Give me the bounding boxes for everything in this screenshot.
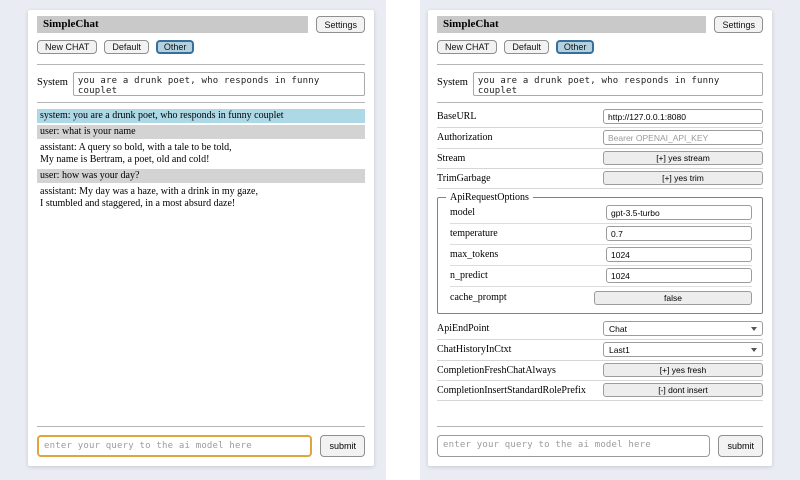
stream-toggle[interactable]: [+] yes stream: [603, 151, 763, 165]
separator: [437, 426, 763, 427]
trimgarbage-label: TrimGarbage: [437, 173, 491, 184]
cache-prompt-label: cache_prompt: [450, 292, 507, 303]
apiendpoint-select-value: Chat: [609, 324, 627, 334]
settings-row: CompletionInsertStandardRolePrefix [-] do…: [437, 381, 763, 401]
stream-label: Stream: [437, 153, 465, 164]
chevron-down-icon: [751, 327, 757, 331]
settings-row: CompletionFreshChatAlways [+] yes fresh: [437, 361, 763, 381]
system-prompt-input[interactable]: you are a drunk poet, who responds in fu…: [73, 72, 365, 96]
authorization-label: Authorization: [437, 132, 493, 143]
session-toolbar: New CHAT Default Other: [437, 40, 763, 54]
separator: [37, 102, 365, 103]
api-request-options-legend: ApiRequestOptions: [446, 192, 533, 203]
separator: [437, 102, 763, 103]
spacer: [437, 401, 763, 422]
completioninsertstandardroleprefix-toggle[interactable]: [-] dont insert: [603, 383, 763, 397]
max-tokens-label: max_tokens: [450, 249, 498, 260]
max-tokens-input[interactable]: [606, 247, 752, 262]
separator: [37, 64, 365, 65]
settings-button[interactable]: Settings: [316, 16, 365, 33]
settings-rows-top: BaseURL Authorization Stream [+] yes stream…: [437, 107, 763, 189]
baseurl-label: BaseURL: [437, 111, 476, 122]
system-label: System: [437, 72, 468, 88]
completionfreshchatalways-label: CompletionFreshChatAlways: [437, 365, 556, 376]
system-label: System: [37, 72, 68, 88]
settings-row: cache_prompt false: [450, 287, 752, 306]
separator: [437, 64, 763, 65]
completioninsertstandardroleprefix-label: CompletionInsertStandardRolePrefix: [437, 385, 586, 396]
session-tab-default[interactable]: Default: [504, 40, 549, 54]
settings-row: Authorization: [437, 128, 763, 149]
temperature-input[interactable]: [606, 226, 752, 241]
submit-button[interactable]: submit: [718, 435, 763, 457]
header-row: SimpleChat Settings: [437, 16, 763, 33]
chevron-down-icon: [751, 348, 757, 352]
query-input[interactable]: [437, 435, 710, 457]
query-row: submit: [437, 435, 763, 457]
spacer: [37, 213, 365, 422]
chat-message-assistant: assistant: My day was a haze, with a dri…: [37, 185, 365, 211]
baseurl-input[interactable]: [603, 109, 763, 124]
model-input[interactable]: [606, 205, 752, 220]
trimgarbage-toggle[interactable]: [+] yes trim: [603, 171, 763, 185]
settings-view-screenshot: SimpleChat Settings New CHAT Default Oth…: [420, 0, 800, 480]
chathistoryinctxt-select-value: Last1: [609, 345, 630, 355]
temperature-label: temperature: [450, 228, 498, 239]
app-title: SimpleChat: [37, 16, 308, 33]
system-prompt-row: System you are a drunk poet, who respond…: [37, 72, 365, 96]
chat-message-user: user: what is your name: [37, 125, 365, 139]
chat-view-screenshot: SimpleChat Settings New CHAT Default Oth…: [0, 0, 386, 480]
simplechat-chat-panel: SimpleChat Settings New CHAT Default Oth…: [28, 10, 374, 466]
system-prompt-row: System you are a drunk poet, who respond…: [437, 72, 763, 96]
chat-message-user: user: how was your day?: [37, 169, 365, 183]
chat-messages: system: you are a drunk poet, who respon…: [37, 109, 365, 213]
session-toolbar: New CHAT Default Other: [37, 40, 365, 54]
new-chat-button[interactable]: New CHAT: [437, 40, 497, 54]
settings-button[interactable]: Settings: [714, 16, 763, 33]
n-predict-input[interactable]: [606, 268, 752, 283]
settings-row: temperature: [450, 224, 752, 245]
query-input[interactable]: [37, 435, 312, 457]
chat-message-system: system: you are a drunk poet, who respon…: [37, 109, 365, 123]
header-row: SimpleChat Settings: [37, 16, 365, 33]
api-request-options-fieldset: ApiRequestOptions model temperature max_to…: [437, 192, 763, 314]
settings-row: n_predict: [450, 266, 752, 287]
model-label: model: [450, 207, 475, 218]
completionfreshchatalways-toggle[interactable]: [+] yes fresh: [603, 363, 763, 377]
chat-message-assistant: assistant: A query so bold, with a tale …: [37, 141, 365, 167]
simplechat-settings-panel: SimpleChat Settings New CHAT Default Oth…: [428, 10, 772, 466]
chathistoryinctxt-label: ChatHistoryInCtxt: [437, 344, 511, 355]
settings-row: TrimGarbage [+] yes trim: [437, 169, 763, 189]
settings-row: max_tokens: [450, 245, 752, 266]
submit-button[interactable]: submit: [320, 435, 365, 457]
chathistoryinctxt-select[interactable]: Last1: [603, 342, 763, 357]
settings-row: BaseURL: [437, 107, 763, 128]
screenshot-gap: [386, 0, 420, 480]
settings-row: model: [450, 203, 752, 224]
apiendpoint-select[interactable]: Chat: [603, 321, 763, 336]
session-tab-other[interactable]: Other: [156, 40, 195, 54]
separator: [37, 426, 365, 427]
query-row: submit: [37, 435, 365, 457]
settings-row: Stream [+] yes stream: [437, 149, 763, 169]
session-tab-default[interactable]: Default: [104, 40, 149, 54]
n-predict-label: n_predict: [450, 270, 488, 281]
app-title: SimpleChat: [437, 16, 706, 33]
api-request-options-rows: model temperature max_tokens n_predictcache…: [450, 203, 752, 306]
composite-canvas: SimpleChat Settings New CHAT Default Oth…: [0, 0, 800, 480]
settings-row: ChatHistoryInCtxt Last1: [437, 340, 763, 361]
system-prompt-input[interactable]: you are a drunk poet, who responds in fu…: [473, 72, 763, 96]
new-chat-button[interactable]: New CHAT: [37, 40, 97, 54]
cache-prompt-toggle[interactable]: false: [594, 291, 752, 305]
authorization-input[interactable]: [603, 130, 763, 145]
settings-row: ApiEndPoint Chat: [437, 319, 763, 340]
apiendpoint-label: ApiEndPoint: [437, 323, 489, 334]
session-tab-other[interactable]: Other: [556, 40, 595, 54]
settings-rows-bottom: ApiEndPoint Chat ChatHistoryInCtxt Last1 Com…: [437, 319, 763, 401]
